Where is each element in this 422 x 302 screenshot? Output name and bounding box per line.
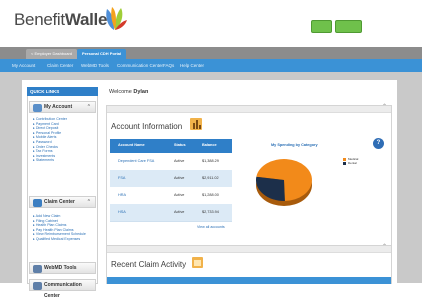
account-balance: $2,733.94	[202, 210, 219, 214]
sidebar-section-webmd-tools[interactable]: WebMD Tools	[29, 262, 96, 274]
account-balance: $1,288.00	[202, 193, 219, 197]
nav-faqs[interactable]: FAQs	[163, 59, 174, 72]
account-name-link[interactable]: HSA	[118, 210, 126, 214]
spending-pie-chart	[255, 159, 312, 206]
account-balance: $2,911.02	[202, 176, 219, 180]
column-header: Status	[174, 143, 186, 147]
calendar-icon	[192, 257, 203, 268]
bar-chart-icon	[190, 118, 202, 130]
nav-help-center[interactable]: Help Center	[180, 59, 204, 72]
quick-links-header: QUICK LINKS	[27, 87, 98, 96]
help-icon[interactable]: ?	[373, 138, 384, 149]
nav-my-account[interactable]: My Account	[12, 59, 35, 72]
nav-communication-center[interactable]: Communication Center	[117, 59, 163, 72]
column-header: Balance	[202, 143, 217, 147]
card-icon	[33, 199, 42, 207]
sidebar-link[interactable]: ▸ Qualified Medical Expenses	[33, 237, 80, 241]
multicolor-leaf-logo-icon[interactable]	[103, 6, 127, 32]
legend-swatch	[343, 161, 346, 165]
header-button-2[interactable]	[335, 20, 362, 33]
recent-claim-activity-panel: ⌃ Recent Claim Activity	[106, 243, 392, 284]
person-icon	[33, 104, 42, 112]
chevron-up-icon[interactable]: ⌃	[87, 102, 91, 113]
header-button-1[interactable]	[311, 20, 332, 33]
collapse-icon[interactable]: ⌃	[382, 103, 387, 110]
account-table: Account Name Status Balance Dependent Ca…	[110, 139, 232, 223]
panel-header-bar	[107, 246, 391, 253]
view-all-accounts-link[interactable]: View all accounts	[197, 225, 225, 229]
column-header: Account Name	[118, 143, 145, 147]
panel-header-bar	[107, 106, 391, 113]
nav-webmd-tools[interactable]: WebMD Tools	[81, 59, 109, 72]
account-information-title: Account Information	[111, 122, 183, 131]
stethoscope-icon	[33, 265, 42, 273]
account-status: Active	[174, 159, 185, 163]
section-title: Communication Center	[44, 282, 82, 299]
tab-personal-cdh-portal[interactable]: Personal CDH Portal	[77, 49, 127, 59]
account-status: Active	[174, 210, 185, 214]
account-balance: $1,388.29	[202, 159, 219, 163]
sidebar-section-claim-center[interactable]: Claim Center ⌃	[29, 196, 96, 208]
welcome-message: Welcome Dylan	[109, 89, 149, 95]
sidebar-section-my-account[interactable]: My Account ⌃	[29, 101, 96, 113]
chevron-up-icon[interactable]: ⌃	[87, 197, 91, 208]
brand-light: Benefit	[14, 10, 65, 29]
nav-claim-center[interactable]: Claim Center	[47, 59, 73, 72]
section-title: My Account	[44, 104, 73, 110]
tab-employer-dashboard[interactable]: < Employer Dashboard	[26, 49, 78, 59]
legend-item-dental: Dental	[343, 161, 357, 165]
spending-chart-title: My Spending by Category	[271, 143, 318, 147]
envelope-icon	[33, 282, 42, 290]
pie-slice-dental	[255, 176, 285, 202]
account-name-link[interactable]: Dependent Care FSA	[118, 159, 154, 163]
account-name-link[interactable]: HRA	[118, 193, 126, 197]
sidebar-section-communication-center[interactable]: Communication Center	[29, 279, 96, 299]
recent-claim-activity-title: Recent Claim Activity	[111, 260, 187, 269]
account-name-link[interactable]: FSA	[118, 176, 125, 180]
collapse-icon[interactable]: ⌃	[382, 243, 387, 250]
account-status: Active	[174, 193, 185, 197]
brand-logo-text[interactable]: BenefitWallet	[14, 10, 113, 30]
account-status: Active	[174, 176, 185, 180]
section-title: Claim Center	[44, 199, 75, 205]
legend-swatch	[343, 157, 346, 161]
sidebar-link[interactable]: ▸ Statements	[33, 158, 54, 162]
section-title: WebMD Tools	[44, 265, 77, 271]
